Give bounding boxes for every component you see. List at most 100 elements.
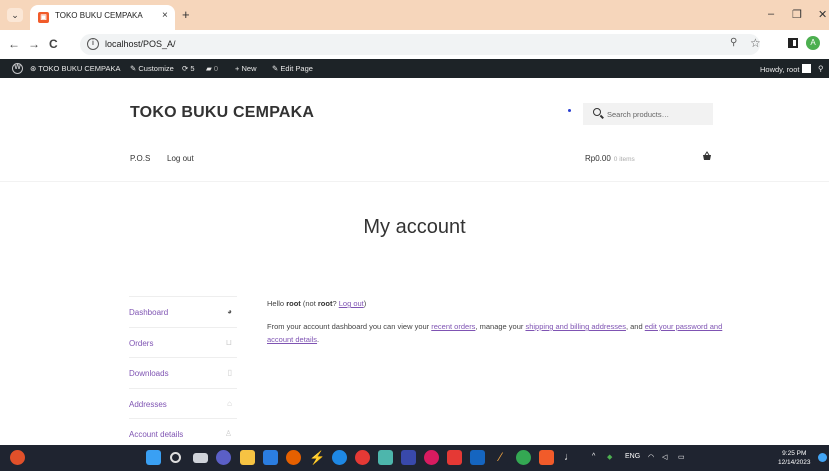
tab-close-button[interactable]: × (162, 10, 168, 21)
microphone-icon[interactable]: ♩ (562, 450, 577, 465)
language-indicator[interactable]: ENG (625, 453, 640, 460)
page-title: My account (363, 216, 466, 238)
side-panel-icon[interactable] (788, 38, 798, 48)
addresses-link[interactable]: shipping and billing addresses (525, 322, 626, 331)
new-tab-button[interactable]: + (182, 8, 190, 21)
bookmark-star-icon[interactable]: ☆ (750, 36, 761, 50)
admin-bar-customize[interactable]: ✎ Customize (130, 64, 174, 73)
logout-link[interactable]: Log out (339, 299, 364, 308)
account-nav-label: Dashboard (129, 308, 169, 317)
not-username: root (317, 299, 333, 308)
basket-icon: ⊔ (225, 337, 232, 347)
site-info-icon[interactable]: i (87, 38, 99, 50)
address-bar[interactable]: i localhost/POS_A/ ⚲ ☆ (80, 34, 761, 55)
app-bolt-icon[interactable]: ⚡ (309, 450, 325, 465)
admin-bar-updates[interactable]: ⟳ 5 (182, 64, 195, 73)
app-red-icon[interactable] (447, 450, 462, 465)
search-input[interactable] (607, 105, 707, 123)
recent-orders-link[interactable]: recent orders (431, 322, 475, 331)
cart-items-count: 0 items (613, 156, 635, 163)
admin-bar-comments[interactable]: ▰ 0 (206, 64, 218, 73)
forward-icon[interactable]: → (28, 37, 40, 51)
window-close-icon[interactable]: ✕ (818, 8, 827, 21)
minimize-icon[interactable]: – (768, 8, 774, 20)
firefox-icon[interactable] (286, 450, 301, 465)
battery-icon[interactable]: ▭ (678, 453, 685, 461)
admin-bar-search-icon[interactable]: ⚲ (818, 64, 824, 73)
account-content: Hello root (not root? Log out) From your… (267, 297, 727, 356)
account-nav-downloads[interactable]: Downloads ▯ (129, 357, 237, 388)
weather-icon[interactable] (10, 450, 25, 465)
basket-icon[interactable] (702, 151, 712, 161)
cart-amount: Rp0.00 (585, 154, 611, 163)
task-view-icon[interactable] (193, 453, 208, 463)
dashboard-text: , and (625, 322, 645, 331)
wordpress-logo-icon[interactable]: W (12, 63, 23, 74)
admin-bar-howdy[interactable]: Howdy, root (760, 64, 812, 74)
tab-favicon-icon: ▣ (38, 12, 49, 23)
admin-bar-edit-page[interactable]: ✎ Edit Page (272, 64, 313, 73)
account-nav-label: Downloads (129, 369, 169, 378)
dashboard-text: , manage your (475, 322, 526, 331)
wifi-icon[interactable]: ◠ (648, 453, 654, 461)
site-title[interactable]: TOKO BUKU CEMPAKA (130, 104, 314, 122)
updates-icon: ⟳ (182, 64, 189, 73)
admin-bar-new[interactable]: + New (235, 64, 257, 73)
account-nav-orders[interactable]: Orders ⊔ (129, 326, 237, 358)
browser-toolbar: ← → C i localhost/POS_A/ ⚲ ☆ (0, 30, 829, 59)
account-nav-label: Account details (129, 430, 184, 439)
chrome-icon[interactable] (516, 450, 531, 465)
app-teal-icon[interactable] (378, 450, 393, 465)
comments-count: 0 (213, 64, 219, 73)
user-avatar (802, 64, 812, 73)
zoom-icon[interactable]: ⚲ (730, 37, 737, 48)
taskbar-clock[interactable]: 9:25 PM 12/14/2023 (778, 449, 811, 467)
tray-chevron-icon[interactable]: ^ (592, 453, 595, 460)
windows-taskbar: ⚡ ⁄ ♩ ^ ◆ ENG ◠ ◁ ▭ 9:25 PM 12/14/2023 (0, 445, 829, 471)
app-blue-icon[interactable] (332, 450, 347, 465)
admin-bar-site-link[interactable]: ⊛ TOKO BUKU CEMPAKA (30, 64, 121, 73)
tab-search-icon[interactable]: ⌄ (7, 8, 23, 22)
reload-icon[interactable]: C (49, 37, 58, 51)
taskbar-search-icon[interactable] (170, 452, 181, 463)
app-indigo-icon[interactable] (401, 450, 416, 465)
dashboard-gauge-icon: ⊛ (30, 64, 37, 73)
product-search[interactable] (583, 103, 713, 125)
edge-icon[interactable] (263, 450, 278, 465)
pencil-icon: ✎ (272, 64, 279, 73)
focus-dot (568, 109, 571, 112)
hello-prefix: Hello (267, 299, 287, 308)
account-nav-addresses[interactable]: Addresses ⌂ (129, 387, 237, 419)
account-navigation: Dashboard ◕ Orders ⊔ Downloads ▯ Address… (129, 296, 237, 449)
dashboard-text: . (317, 335, 320, 344)
opera-icon[interactable] (355, 450, 370, 465)
account-nav-label: Addresses (129, 399, 167, 409)
back-icon[interactable]: ← (8, 37, 20, 51)
browser-tab[interactable]: ▣ TOKO BUKU CEMPAKA × (30, 5, 175, 30)
account-nav-dashboard[interactable]: Dashboard ◕ (129, 296, 237, 327)
account-nav-account-details[interactable]: Account details ♙ (129, 418, 237, 449)
app-pink-icon[interactable] (424, 450, 439, 465)
search-icon (593, 108, 601, 116)
chat-icon[interactable] (216, 450, 231, 465)
app-orange-icon[interactable] (539, 450, 554, 465)
nav-item-logout[interactable]: Log out (167, 154, 194, 163)
dashboard-icon: ◕ (227, 307, 232, 316)
profile-avatar[interactable]: A (806, 36, 820, 50)
brush-icon: ✎ (130, 64, 137, 73)
volume-icon[interactable]: ◁ (662, 453, 667, 461)
tray-app-icon[interactable]: ◆ (607, 453, 612, 461)
user-icon: ♙ (224, 429, 232, 438)
start-icon[interactable] (146, 450, 161, 465)
app-feather-icon[interactable]: ⁄ (493, 450, 508, 465)
url-text[interactable]: localhost/POS_A/ (105, 39, 176, 49)
clock-time: 9:25 PM (782, 450, 807, 457)
tab-title: TOKO BUKU CEMPAKA (55, 11, 143, 20)
nav-item-pos[interactable]: P.O.S (130, 154, 150, 163)
file-explorer-icon[interactable] (240, 450, 255, 465)
cart-summary[interactable]: Rp0.00 0 items (585, 154, 635, 163)
restore-icon[interactable]: ❐ (792, 8, 802, 21)
word-icon[interactable] (470, 450, 485, 465)
notification-icon[interactable] (818, 453, 827, 462)
edit-page-label: Edit Page (280, 64, 313, 73)
